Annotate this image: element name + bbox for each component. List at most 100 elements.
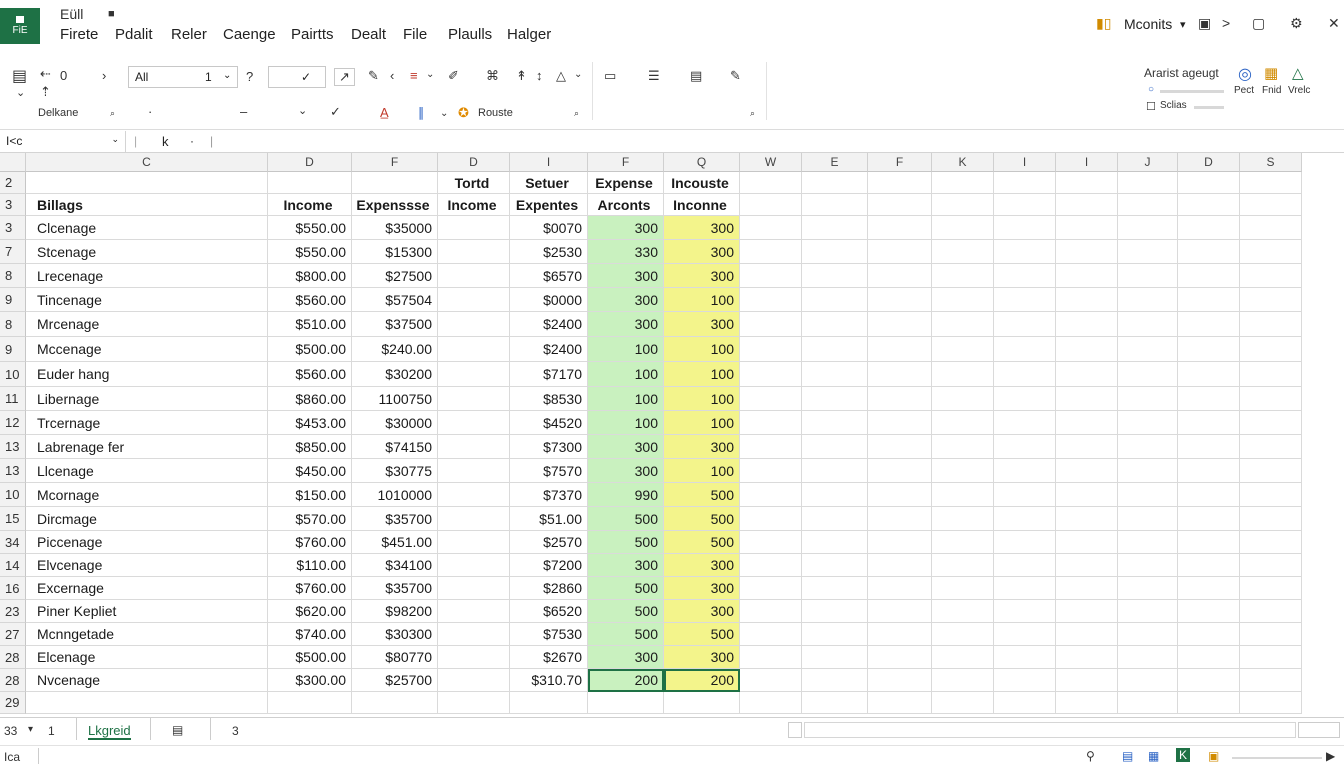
cell-income[interactable]: $150.00 [268, 483, 352, 507]
cell-g[interactable]: 500 [588, 623, 664, 646]
cell[interactable] [1118, 692, 1178, 714]
cell[interactable] [802, 577, 868, 600]
undo-icon[interactable]: ⇠ [40, 66, 51, 82]
cell-y[interactable]: 100 [664, 337, 740, 362]
route-icon[interactable]: ✪ [458, 105, 469, 121]
row-header[interactable]: 34 [0, 531, 26, 554]
cell-expense[interactable]: $30300 [352, 623, 438, 646]
cell-setuer[interactable]: $7200 [510, 554, 588, 577]
cell[interactable] [740, 337, 802, 362]
cell[interactable] [1240, 411, 1302, 435]
cell-y[interactable]: 300 [664, 554, 740, 577]
cell[interactable] [1178, 554, 1240, 577]
cell[interactable] [1240, 600, 1302, 623]
cell[interactable] [1056, 531, 1118, 554]
column-title-cell[interactable]: Expentes [510, 194, 588, 216]
cell[interactable] [868, 531, 932, 554]
cell-name[interactable]: Stcenage [26, 240, 268, 264]
cell-expense[interactable]: $34100 [352, 554, 438, 577]
cell[interactable] [932, 312, 994, 337]
more-icon[interactable]: › [102, 68, 106, 83]
cell-g[interactable]: 990 [588, 483, 664, 507]
document-icon[interactable]: ▤ [690, 68, 702, 84]
cell-expense[interactable]: $240.00 [352, 337, 438, 362]
cell[interactable] [802, 312, 868, 337]
row-header[interactable]: 9 [0, 337, 26, 362]
cell[interactable] [868, 288, 932, 312]
cell[interactable] [994, 623, 1056, 646]
tab-reler[interactable]: Reler [171, 26, 207, 43]
cell-name[interactable]: Mcornage [26, 483, 268, 507]
accessibility-icon[interactable]: ⚲ [1086, 749, 1095, 763]
cell[interactable] [1240, 172, 1302, 194]
cell[interactable] [438, 623, 510, 646]
cell[interactable] [1118, 554, 1178, 577]
cell[interactable] [438, 288, 510, 312]
cell-income[interactable]: $740.00 [268, 623, 352, 646]
cell-g[interactable]: 500 [588, 531, 664, 554]
cell[interactable] [868, 312, 932, 337]
cell[interactable] [994, 362, 1056, 387]
cell[interactable] [994, 600, 1056, 623]
cell[interactable] [1178, 288, 1240, 312]
column-header[interactable]: F [588, 153, 664, 172]
cell[interactable] [740, 600, 802, 623]
cell[interactable] [438, 312, 510, 337]
column-header[interactable]: I [994, 153, 1056, 172]
cell[interactable] [932, 459, 994, 483]
cell-setuer[interactable]: $2860 [510, 577, 588, 600]
cell[interactable] [932, 216, 994, 240]
active-sheet-tab[interactable]: Lkgreid [88, 723, 131, 740]
cell-income[interactable]: $453.00 [268, 411, 352, 435]
nav-next-icon[interactable]: > [1222, 15, 1230, 31]
paste-dropdown-icon[interactable]: ⌄ [16, 86, 25, 99]
column-title-cell[interactable]: Income [438, 194, 510, 216]
column-header[interactable]: I [1056, 153, 1118, 172]
column-title-cell[interactable]: Expenssse [352, 194, 438, 216]
row-header[interactable]: 29 [0, 692, 26, 714]
cell[interactable] [802, 531, 868, 554]
cell-g[interactable]: 100 [588, 411, 664, 435]
tab-pairtts[interactable]: Pairtts [291, 26, 334, 43]
cell-setuer[interactable]: $2400 [510, 312, 588, 337]
cell[interactable] [994, 435, 1056, 459]
column-header[interactable]: F [352, 153, 438, 172]
row-header[interactable]: 3 [0, 194, 26, 216]
cell[interactable] [1118, 623, 1178, 646]
cell-g[interactable]: 100 [588, 387, 664, 411]
cell[interactable] [1118, 288, 1178, 312]
column-header[interactable]: D [438, 153, 510, 172]
cell[interactable] [932, 337, 994, 362]
warning-chevron-icon[interactable]: ⌄ [574, 69, 582, 80]
font-size-box[interactable]: ✓ [268, 66, 326, 88]
cell-name[interactable]: Excernage [26, 577, 268, 600]
cell-expense[interactable]: $15300 [352, 240, 438, 264]
cell-name[interactable]: Euder hang [26, 362, 268, 387]
strike-icon[interactable]: ‹ [390, 68, 394, 83]
cell[interactable] [740, 435, 802, 459]
column-header[interactable]: C [26, 153, 268, 172]
cell-name[interactable]: Libernage [26, 387, 268, 411]
cell[interactable] [802, 435, 868, 459]
cell[interactable] [740, 692, 802, 714]
cell[interactable] [1178, 312, 1240, 337]
cell[interactable] [510, 692, 588, 714]
bars-chevron-icon[interactable]: ⌄ [440, 108, 448, 119]
cell[interactable] [1178, 646, 1240, 669]
cell[interactable] [868, 435, 932, 459]
cell[interactable] [802, 646, 868, 669]
cell-y[interactable]: 300 [664, 264, 740, 288]
row-header[interactable]: 11 [0, 387, 26, 411]
cell[interactable] [994, 411, 1056, 435]
cell[interactable] [1118, 240, 1178, 264]
cell[interactable] [1118, 387, 1178, 411]
hscroll-left[interactable] [788, 722, 802, 738]
cell[interactable] [1240, 646, 1302, 669]
cell[interactable] [1240, 240, 1302, 264]
column-header[interactable]: I [510, 153, 588, 172]
globe-icon[interactable]: ◎ [1238, 64, 1252, 84]
cell[interactable] [802, 288, 868, 312]
cell[interactable] [1240, 577, 1302, 600]
cell[interactable] [802, 264, 868, 288]
cell[interactable] [802, 172, 868, 194]
